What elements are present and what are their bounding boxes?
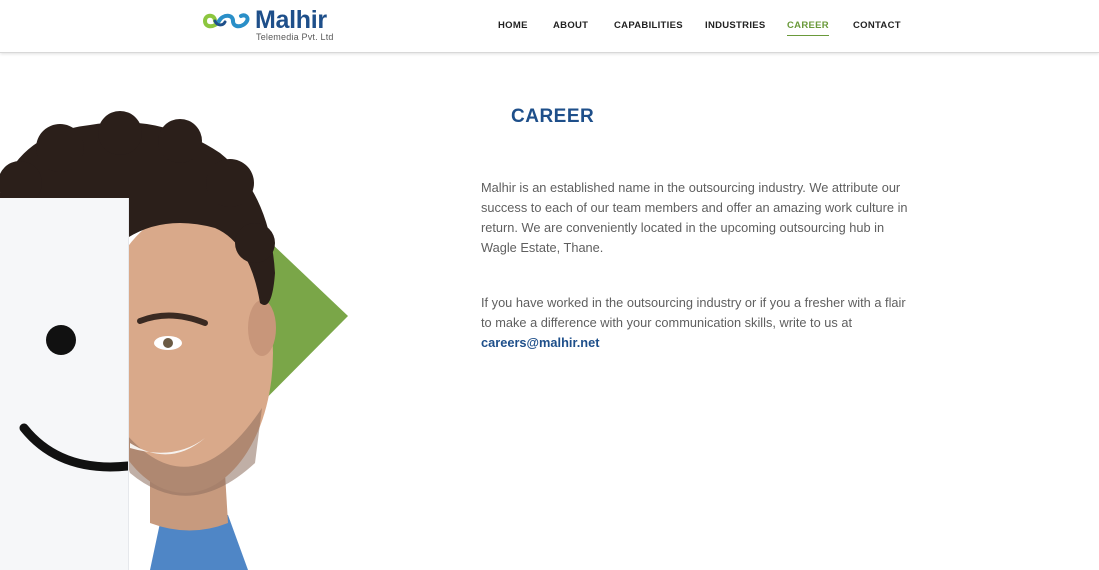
page-title: CAREER (511, 106, 595, 127)
smiley-card-icon (0, 198, 133, 570)
nav-contact[interactable]: CONTACT (853, 20, 901, 31)
nav-industries[interactable]: INDUSTRIES (705, 20, 766, 31)
nav-home[interactable]: HOME (498, 20, 528, 31)
site-header: Malhir Telemedia Pvt. Ltd HOME ABOUT CAP… (0, 0, 1099, 53)
career-intro-text: Malhir is an established name in the out… (481, 180, 908, 255)
nav-capabilities[interactable]: CAPABILITIES (614, 20, 683, 31)
career-apply-block: If you have worked in the outsourcing in… (481, 293, 911, 353)
career-apply-text: If you have worked in the outsourcing in… (481, 295, 906, 330)
nav-career[interactable]: CAREER (787, 20, 829, 36)
careers-email-link[interactable]: careers@malhir.net (481, 333, 911, 353)
hero-illustration (0, 53, 360, 570)
nav-about[interactable]: ABOUT (553, 20, 588, 31)
main-nav: HOME ABOUT CAPABILITIES INDUSTRIES CAREE… (0, 0, 1099, 52)
